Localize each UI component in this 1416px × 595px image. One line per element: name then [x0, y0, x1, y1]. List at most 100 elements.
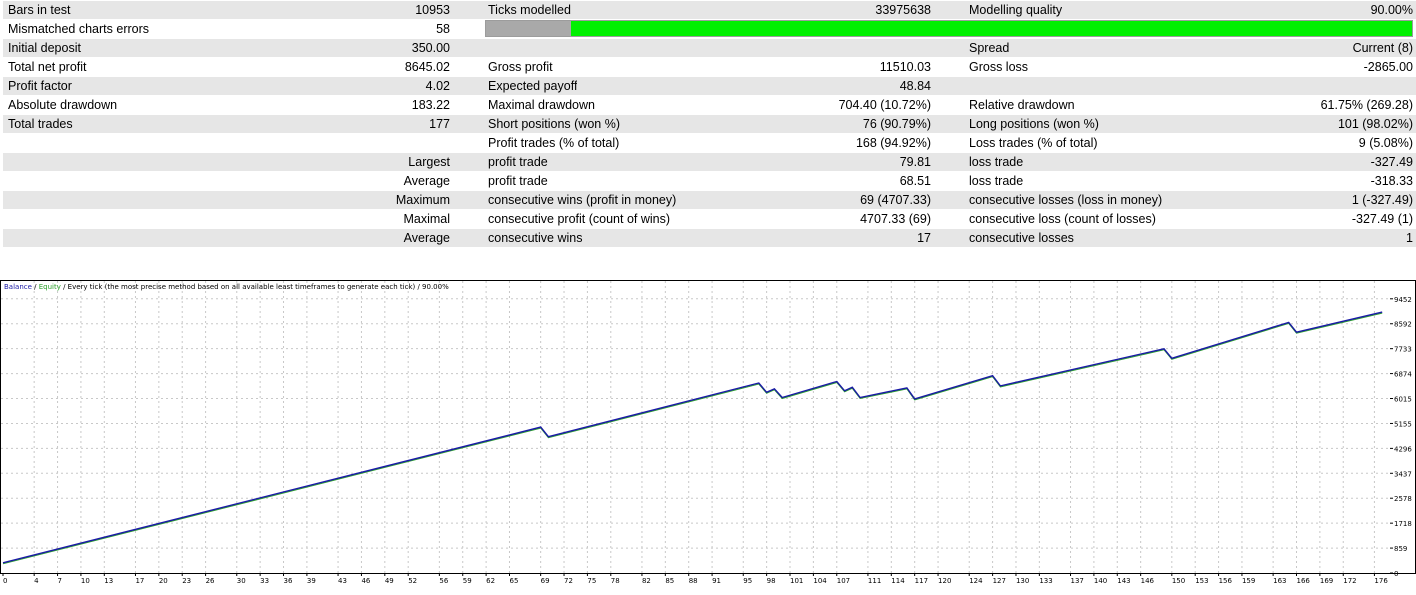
- x-tick-label: 127: [993, 577, 1006, 585]
- quality-bar-filled: [571, 21, 1412, 36]
- row-label-3: consecutive loss (count of losses): [969, 212, 1156, 226]
- row-value-2: [703, 39, 931, 58]
- x-tick-label: 62: [486, 577, 495, 585]
- row-label-3: consecutive losses (loss in money): [969, 193, 1163, 207]
- x-tick-label: 23: [182, 577, 191, 585]
- x-tick-label: 69: [541, 577, 550, 585]
- row-label-1: Bars in test: [8, 3, 71, 17]
- row-separator: [3, 209, 1416, 210]
- row-value-2: 76 (90.79%): [862, 117, 931, 131]
- row-label-2: profit trade: [488, 174, 548, 188]
- x-tick-label: 120: [938, 577, 951, 585]
- row-value-2: 4707.33 (69): [860, 212, 931, 226]
- x-tick-label: 33: [260, 577, 269, 585]
- row-value-1: Maximum: [395, 193, 450, 207]
- report-row: Absolute drawdown 183.22 Maximal drawdown 7…: [3, 96, 1416, 115]
- balance-chart: 0 859 1718 2578 3437 4296 5155 6015 6874 7733 8592…: [0, 280, 1416, 595]
- row-value-1: Maximal: [403, 212, 450, 226]
- report-row: Profit factor 4.02 Expected payoff 48.84: [3, 77, 1416, 96]
- report-row: Maximal consecutive profit (count of wins…: [3, 210, 1416, 229]
- report-row: Largest profit trade 79.81 loss trade -327.4…: [3, 153, 1416, 172]
- x-tick-label: 20: [159, 577, 168, 585]
- row-value-3: 1 (-327.49): [1351, 193, 1413, 207]
- x-tick-label: 91: [712, 577, 721, 585]
- row-separator: [3, 247, 1416, 248]
- row-value-1: 10953: [415, 3, 450, 17]
- y-tick-label: 3437: [1394, 470, 1412, 478]
- x-tick-label: 101: [790, 577, 803, 585]
- row-label-2: consecutive wins (profit in money): [488, 193, 677, 207]
- row-label-3: Loss trades (% of total): [969, 136, 1098, 150]
- row-value-3: Current (8): [1352, 41, 1413, 55]
- row-label-2: profit trade: [488, 155, 548, 169]
- row-label-1: Mismatched charts errors: [8, 22, 150, 36]
- row-value-3: 61.75% (269.28): [1320, 98, 1413, 112]
- y-tick-label: 5155: [1394, 420, 1412, 428]
- row-label-3: loss trade: [969, 174, 1024, 188]
- row-value-1: Average: [403, 231, 450, 245]
- row-value-2: 168 (94.92%): [855, 136, 931, 150]
- equity-line: [2, 312, 1383, 565]
- row-separator: [3, 76, 1416, 77]
- row-value-1: Average: [403, 174, 450, 188]
- x-tick-label: 124: [969, 577, 983, 585]
- chart-legend: Balance / Equity / Every tick (the most …: [4, 283, 449, 291]
- row-value-3: 101 (98.02%): [1337, 117, 1413, 131]
- row-label-1: Total net profit: [8, 60, 87, 74]
- report-row: Total trades 177 Short positions (won %) 76…: [3, 115, 1416, 134]
- row-value-1: 8645.02: [404, 60, 450, 74]
- x-tick-label: 111: [868, 577, 881, 585]
- row-value-3: [1153, 77, 1413, 96]
- row-value-1: 58: [436, 22, 450, 36]
- x-tick-label: 78: [611, 577, 620, 585]
- x-tick-label: 156: [1219, 577, 1233, 585]
- row-separator: [3, 171, 1416, 172]
- row-value-3: -2865.00: [1363, 60, 1413, 74]
- row-label-2: Gross profit: [488, 60, 553, 74]
- report-row: Total net profit 8645.02 Gross profit 11510…: [3, 58, 1416, 77]
- row-separator: [3, 95, 1416, 96]
- row-value-1: 4.02: [425, 79, 450, 93]
- row-label-2: Profit trades (% of total): [488, 136, 620, 150]
- row-label-3: loss trade: [969, 155, 1024, 169]
- x-tick-label: 169: [1320, 577, 1333, 585]
- x-tick-label: 17: [135, 577, 144, 585]
- row-value-1: Largest: [408, 155, 450, 169]
- x-tick-label: 49: [385, 577, 394, 585]
- report-row: Average profit trade 68.51 loss trade -318.3…: [3, 172, 1416, 191]
- x-tick-label: 153: [1195, 577, 1208, 585]
- x-tick-label: 59: [463, 577, 472, 585]
- y-tick-label: 2578: [1394, 495, 1412, 503]
- row-label-2: Short positions (won %): [488, 117, 621, 131]
- y-tick-label: 1718: [1394, 520, 1412, 528]
- row-value-1: 177: [429, 117, 450, 131]
- x-tick-label: 130: [1016, 577, 1029, 585]
- row-value-2: 17: [917, 231, 931, 245]
- x-tick-label: 0: [3, 577, 7, 585]
- x-tick-label: 72: [564, 577, 573, 585]
- row-label-2: Maximal drawdown: [488, 98, 595, 112]
- quality-bar-unfilled: [486, 21, 571, 36]
- x-tick-label: 137: [1071, 577, 1084, 585]
- report-row: Initial deposit 350.00 Spread Current (8): [3, 39, 1416, 58]
- row-value-1: 183.22: [411, 98, 450, 112]
- x-tick-label: 43: [338, 577, 347, 585]
- legend-balance: Balance: [4, 283, 32, 291]
- row-label-1: Initial deposit: [8, 41, 81, 55]
- x-tick-label: 143: [1117, 577, 1130, 585]
- x-tick-label: 163: [1273, 577, 1286, 585]
- row-label-1: Profit factor: [8, 79, 72, 93]
- row-separator: [3, 114, 1416, 115]
- row-label-1: Total trades: [8, 117, 73, 131]
- row-label-2: Ticks modelled: [488, 3, 571, 17]
- y-tick-label: 859: [1394, 545, 1407, 553]
- chart-frame: [0, 280, 1416, 574]
- row-label-1: Absolute drawdown: [8, 98, 118, 112]
- x-tick-label: 159: [1242, 577, 1255, 585]
- x-tick-label: 117: [915, 577, 928, 585]
- row-label-3: Modelling quality: [969, 3, 1063, 17]
- x-tick-label: 10: [81, 577, 90, 585]
- x-tick-label: 172: [1343, 577, 1356, 585]
- y-tick-label: 6015: [1394, 396, 1412, 404]
- row-value-3: 1: [1406, 231, 1413, 245]
